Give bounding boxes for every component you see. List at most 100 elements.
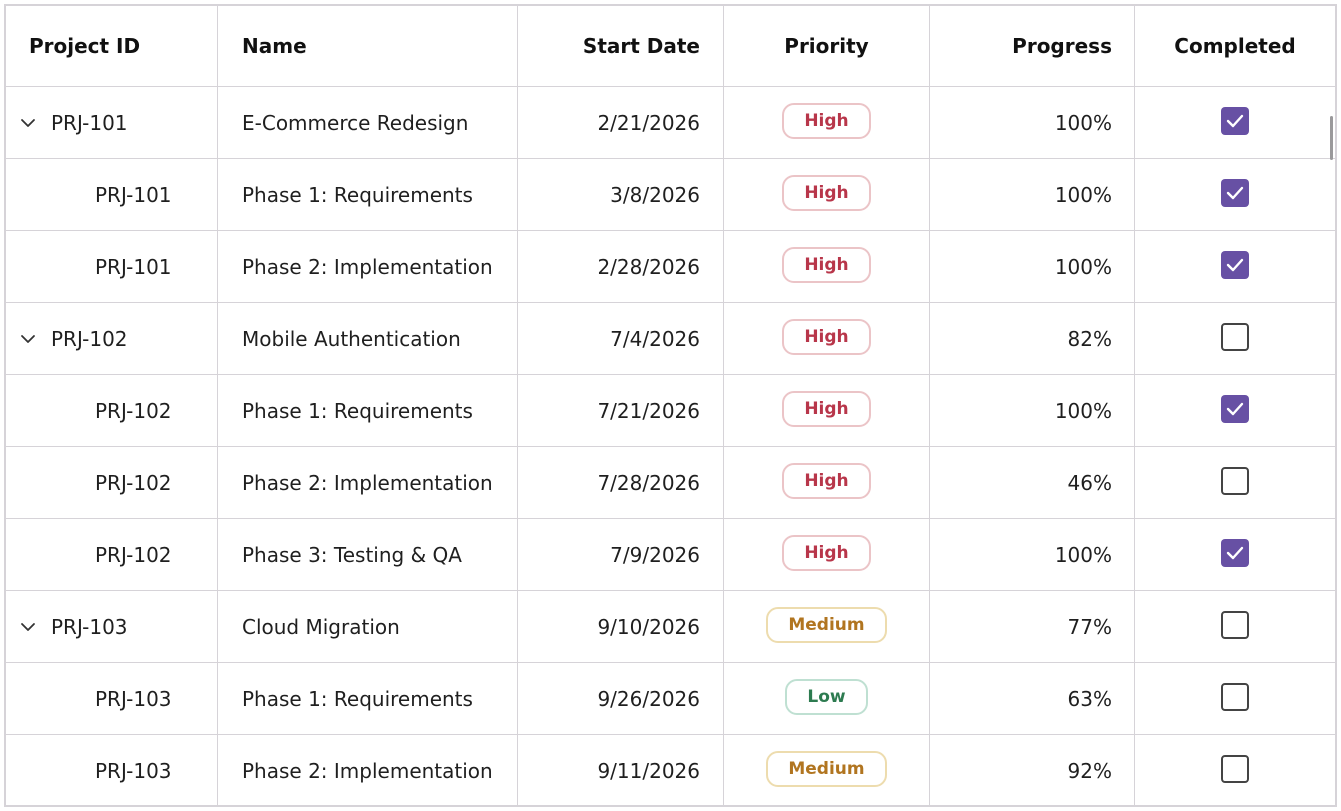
chevron-down-icon[interactable] [18, 329, 38, 349]
completed-checkbox[interactable] [1221, 539, 1249, 567]
child-row[interactable]: PRJ-101 Phase 2: Implementation 2/28/2026 H… [6, 231, 1335, 303]
cell-priority: Medium [724, 591, 930, 662]
cell-name: Mobile Authentication [218, 303, 518, 374]
checkmark-icon [1226, 546, 1244, 560]
cell-progress: 46% [930, 447, 1135, 518]
cell-start-date: 7/28/2026 [518, 447, 724, 518]
group-row[interactable]: PRJ-101 E-Commerce Redesign 2/21/2026 High 1… [6, 87, 1335, 159]
cell-project-id: PRJ-101 [6, 231, 218, 302]
cell-priority: Medium [724, 735, 930, 805]
cell-name: Phase 2: Implementation [218, 231, 518, 302]
priority-badge: Medium [766, 750, 887, 787]
chevron-down-icon[interactable] [18, 113, 38, 133]
cell-progress: 100% [930, 87, 1135, 158]
cell-progress: 100% [930, 519, 1135, 590]
completed-checkbox[interactable] [1221, 323, 1249, 351]
cell-completed [1135, 663, 1335, 734]
cell-priority: High [724, 231, 930, 302]
cell-name: Cloud Migration [218, 591, 518, 662]
cell-start-date: 9/10/2026 [518, 591, 724, 662]
cell-start-date: 7/9/2026 [518, 519, 724, 590]
cell-start-date: 2/28/2026 [518, 231, 724, 302]
cell-completed [1135, 87, 1335, 158]
cell-priority: High [724, 303, 930, 374]
project-id-text: PRJ-102 [95, 470, 172, 495]
cell-priority: High [724, 87, 930, 158]
priority-badge: Medium [766, 606, 887, 643]
completed-checkbox[interactable] [1221, 683, 1249, 711]
child-row[interactable]: PRJ-103 Phase 2: Implementation 9/11/2026 M… [6, 735, 1335, 805]
group-row[interactable]: PRJ-102 Mobile Authentication 7/4/2026 High… [6, 303, 1335, 375]
cell-completed [1135, 519, 1335, 590]
cell-progress: 100% [930, 159, 1135, 230]
completed-checkbox[interactable] [1221, 611, 1249, 639]
cell-name: E-Commerce Redesign [218, 87, 518, 158]
project-id-text: PRJ-102 [51, 326, 128, 351]
cell-start-date: 2/21/2026 [518, 87, 724, 158]
tree-grid: Project ID Name Start Date Priority Prog… [4, 4, 1337, 807]
cell-name: Phase 3: Testing & QA [218, 519, 518, 590]
cell-start-date: 9/26/2026 [518, 663, 724, 734]
completed-checkbox[interactable] [1221, 251, 1249, 279]
cell-project-id: PRJ-102 [6, 447, 218, 518]
cell-project-id: PRJ-103 [6, 591, 218, 662]
cell-name: Phase 2: Implementation [218, 447, 518, 518]
group-row[interactable]: PRJ-103 Cloud Migration 9/10/2026 Medium 77% [6, 591, 1335, 663]
cell-start-date: 9/11/2026 [518, 735, 724, 805]
cell-completed [1135, 231, 1335, 302]
child-row[interactable]: PRJ-102 Phase 1: Requirements 7/21/2026 Hig… [6, 375, 1335, 447]
checkmark-icon [1226, 114, 1244, 128]
child-row[interactable]: PRJ-102 Phase 3: Testing & QA 7/9/2026 High… [6, 519, 1335, 591]
child-row[interactable]: PRJ-102 Phase 2: Implementation 7/28/2026 H… [6, 447, 1335, 519]
cell-completed [1135, 303, 1335, 374]
project-id-text: PRJ-101 [95, 182, 172, 207]
cell-completed [1135, 591, 1335, 662]
project-id-text: PRJ-102 [95, 542, 172, 567]
vertical-scrollbar[interactable] [1330, 116, 1333, 160]
chevron-down-icon[interactable] [18, 617, 38, 637]
cell-project-id: PRJ-102 [6, 303, 218, 374]
cell-name: Phase 1: Requirements [218, 663, 518, 734]
cell-progress: 100% [930, 375, 1135, 446]
cell-completed [1135, 447, 1335, 518]
cell-completed [1135, 375, 1335, 446]
project-id-text: PRJ-103 [95, 686, 172, 711]
column-header-project-id[interactable]: Project ID [6, 6, 218, 86]
completed-checkbox[interactable] [1221, 755, 1249, 783]
cell-start-date: 7/4/2026 [518, 303, 724, 374]
column-header-completed[interactable]: Completed [1135, 6, 1335, 86]
project-id-text: PRJ-103 [51, 614, 128, 639]
column-header-start-date[interactable]: Start Date [518, 6, 724, 86]
project-id-text: PRJ-102 [95, 398, 172, 423]
child-row[interactable]: PRJ-103 Phase 1: Requirements 9/26/2026 Low… [6, 663, 1335, 735]
cell-start-date: 3/8/2026 [518, 159, 724, 230]
column-header-name[interactable]: Name [218, 6, 518, 86]
child-row[interactable]: PRJ-101 Phase 1: Requirements 3/8/2026 High… [6, 159, 1335, 231]
cell-project-id: PRJ-101 [6, 87, 218, 158]
priority-badge: High [782, 534, 871, 571]
cell-project-id: PRJ-102 [6, 519, 218, 590]
checkmark-icon [1226, 258, 1244, 272]
cell-priority: High [724, 159, 930, 230]
cell-completed [1135, 159, 1335, 230]
cell-progress: 92% [930, 735, 1135, 805]
completed-checkbox[interactable] [1221, 107, 1249, 135]
cell-start-date: 7/21/2026 [518, 375, 724, 446]
column-header-priority[interactable]: Priority [724, 6, 930, 86]
completed-checkbox[interactable] [1221, 395, 1249, 423]
project-id-text: PRJ-101 [95, 254, 172, 279]
completed-checkbox[interactable] [1221, 467, 1249, 495]
column-header-progress[interactable]: Progress [930, 6, 1135, 86]
cell-priority: High [724, 375, 930, 446]
priority-badge: High [782, 462, 871, 499]
cell-priority: Low [724, 663, 930, 734]
priority-badge: High [782, 174, 871, 211]
cell-project-id: PRJ-102 [6, 375, 218, 446]
completed-checkbox[interactable] [1221, 179, 1249, 207]
cell-progress: 82% [930, 303, 1135, 374]
priority-badge: High [782, 246, 871, 283]
cell-name: Phase 1: Requirements [218, 159, 518, 230]
checkmark-icon [1226, 402, 1244, 416]
cell-project-id: PRJ-103 [6, 735, 218, 805]
cell-name: Phase 1: Requirements [218, 375, 518, 446]
